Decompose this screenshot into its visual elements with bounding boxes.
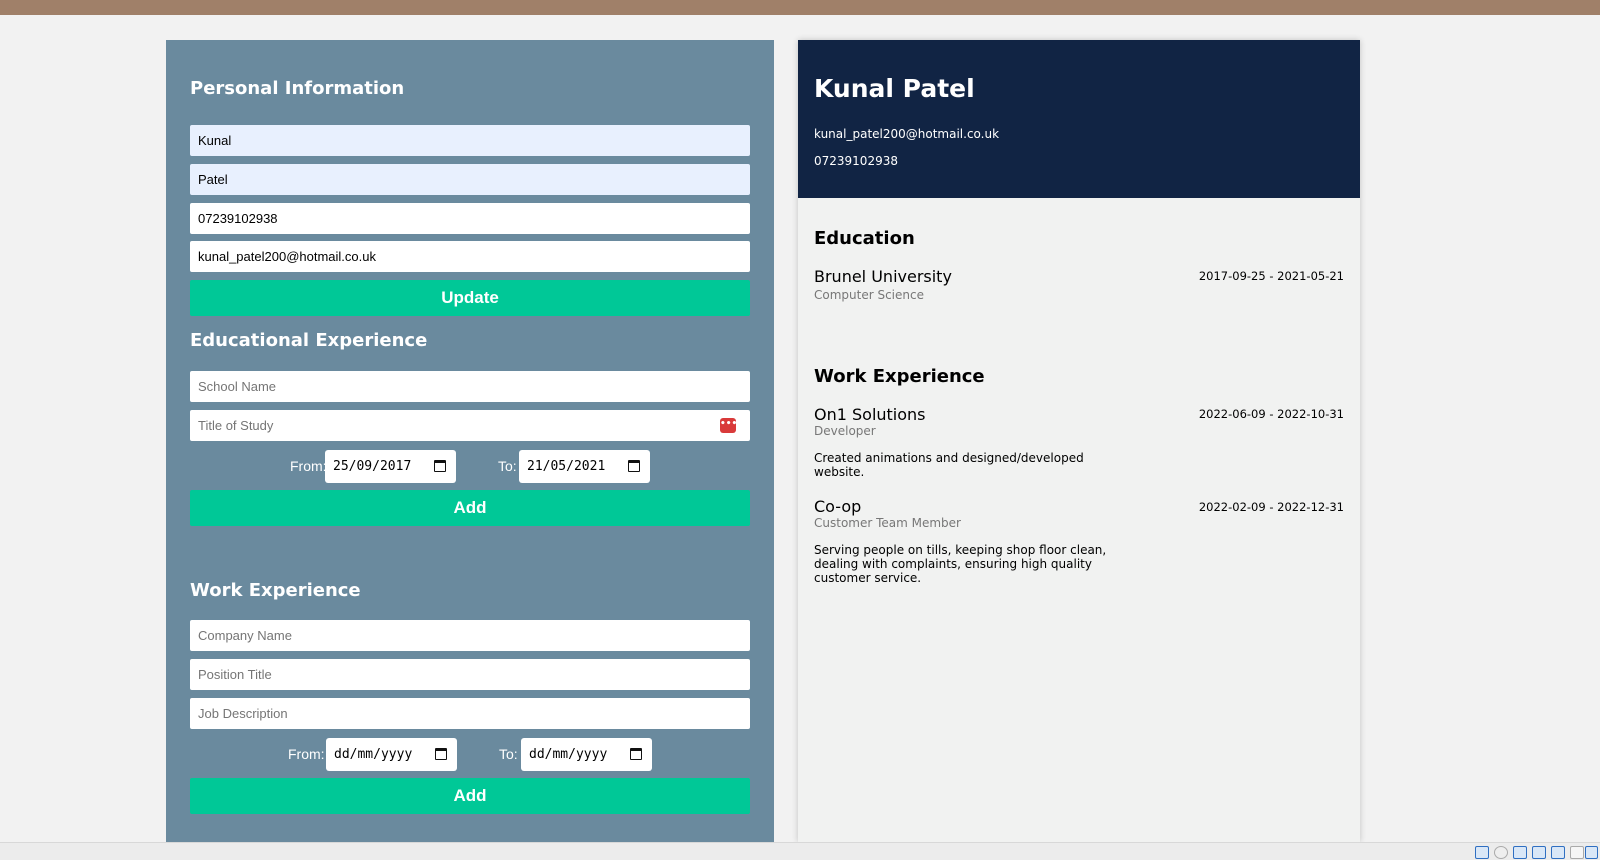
cv-work-company: On1 Solutions [814,405,926,424]
education-to-label: To: [498,458,517,474]
work-from-value: dd/mm/yyyy [334,747,413,762]
education-from-label: From: [290,458,327,474]
cv-phone: 07239102938 [814,154,898,168]
work-to-value: dd/mm/yyyy [529,747,608,762]
education-from-value: 25/09/2017 [333,459,412,474]
calendar-icon[interactable] [435,748,447,760]
add-work-button[interactable]: Add [190,778,750,814]
cv-education-study: Computer Science [814,288,924,302]
personal-info-heading: Personal Information [190,78,405,99]
calendar-icon[interactable] [630,748,642,760]
work-date-row: From: dd/mm/yyyy To: dd/mm/yyyy [190,738,750,771]
cv-work-dates: 2022-06-09 - 2022-10-31 [1198,407,1344,421]
tray-network-icon[interactable] [1513,846,1527,859]
tray-app-icon[interactable] [1475,846,1489,859]
work-heading: Work Experience [190,580,361,601]
work-from-date[interactable]: dd/mm/yyyy [326,738,457,771]
password-manager-icon[interactable]: ••• [720,418,737,433]
work-from-label: From: [288,746,325,762]
education-date-row: From: 25/09/2017 To: 21/05/2021 [190,450,750,483]
cv-email: kunal_patel200@hotmail.co.uk [814,127,1000,141]
cv-work-description: Serving people on tills, keeping shop fl… [814,543,1107,585]
tray-display-icon[interactable] [1532,846,1546,859]
title-of-study-input[interactable]: Title of Study ••• [190,410,750,441]
first-name-input[interactable]: Kunal [190,125,750,156]
cv-education-heading: Education [814,228,915,249]
tray-pen-icon[interactable] [1551,846,1565,859]
cv-work-company: Co-op [814,497,862,516]
update-button[interactable]: Update [190,280,750,316]
cv-work-position: Customer Team Member [814,516,961,530]
education-from-date[interactable]: 25/09/2017 [325,450,456,483]
cv-work-dates: 2022-02-09 - 2022-12-31 [1198,500,1344,514]
last-name-input[interactable]: Patel [190,164,750,195]
cv-name: Kunal Patel [814,74,975,103]
school-name-input[interactable]: School Name [190,371,750,402]
calendar-icon[interactable] [628,460,640,472]
education-to-date[interactable]: 21/05/2021 [519,450,650,483]
phone-input[interactable]: 07239102938 [190,203,750,234]
email-input[interactable]: kunal_patel200@hotmail.co.uk [190,241,750,272]
cv-preview-panel: Kunal Patel kunal_patel200@hotmail.co.uk… [798,40,1360,842]
education-to-value: 21/05/2021 [527,459,606,474]
tray-screen-icon[interactable] [1585,846,1598,859]
status-bar [0,842,1600,860]
cv-work-heading: Work Experience [814,366,985,387]
position-title-input[interactable]: Position Title [190,659,750,690]
top-accent-bar [0,0,1600,15]
calendar-icon[interactable] [434,460,446,472]
work-to-date[interactable]: dd/mm/yyyy [521,738,652,771]
company-name-input[interactable]: Company Name [190,620,750,651]
cv-form-panel: Personal Information Kunal Patel 0723910… [166,40,774,842]
cv-education-dates: 2017-09-25 - 2021-05-21 [1198,269,1344,283]
add-education-button[interactable]: Add [190,490,750,526]
cv-work-position: Developer [814,424,876,438]
cv-header: Kunal Patel kunal_patel200@hotmail.co.uk… [798,40,1360,198]
title-of-study-placeholder: Title of Study [198,418,274,433]
tray-window-icon[interactable] [1570,846,1584,859]
job-description-input[interactable]: Job Description [190,698,750,729]
cv-education-school: Brunel University [814,267,952,286]
tray-disc-icon[interactable] [1494,846,1508,859]
education-heading: Educational Experience [190,330,428,351]
cv-work-description: Created animations and designed/develope… [814,451,1084,479]
work-to-label: To: [499,746,518,762]
